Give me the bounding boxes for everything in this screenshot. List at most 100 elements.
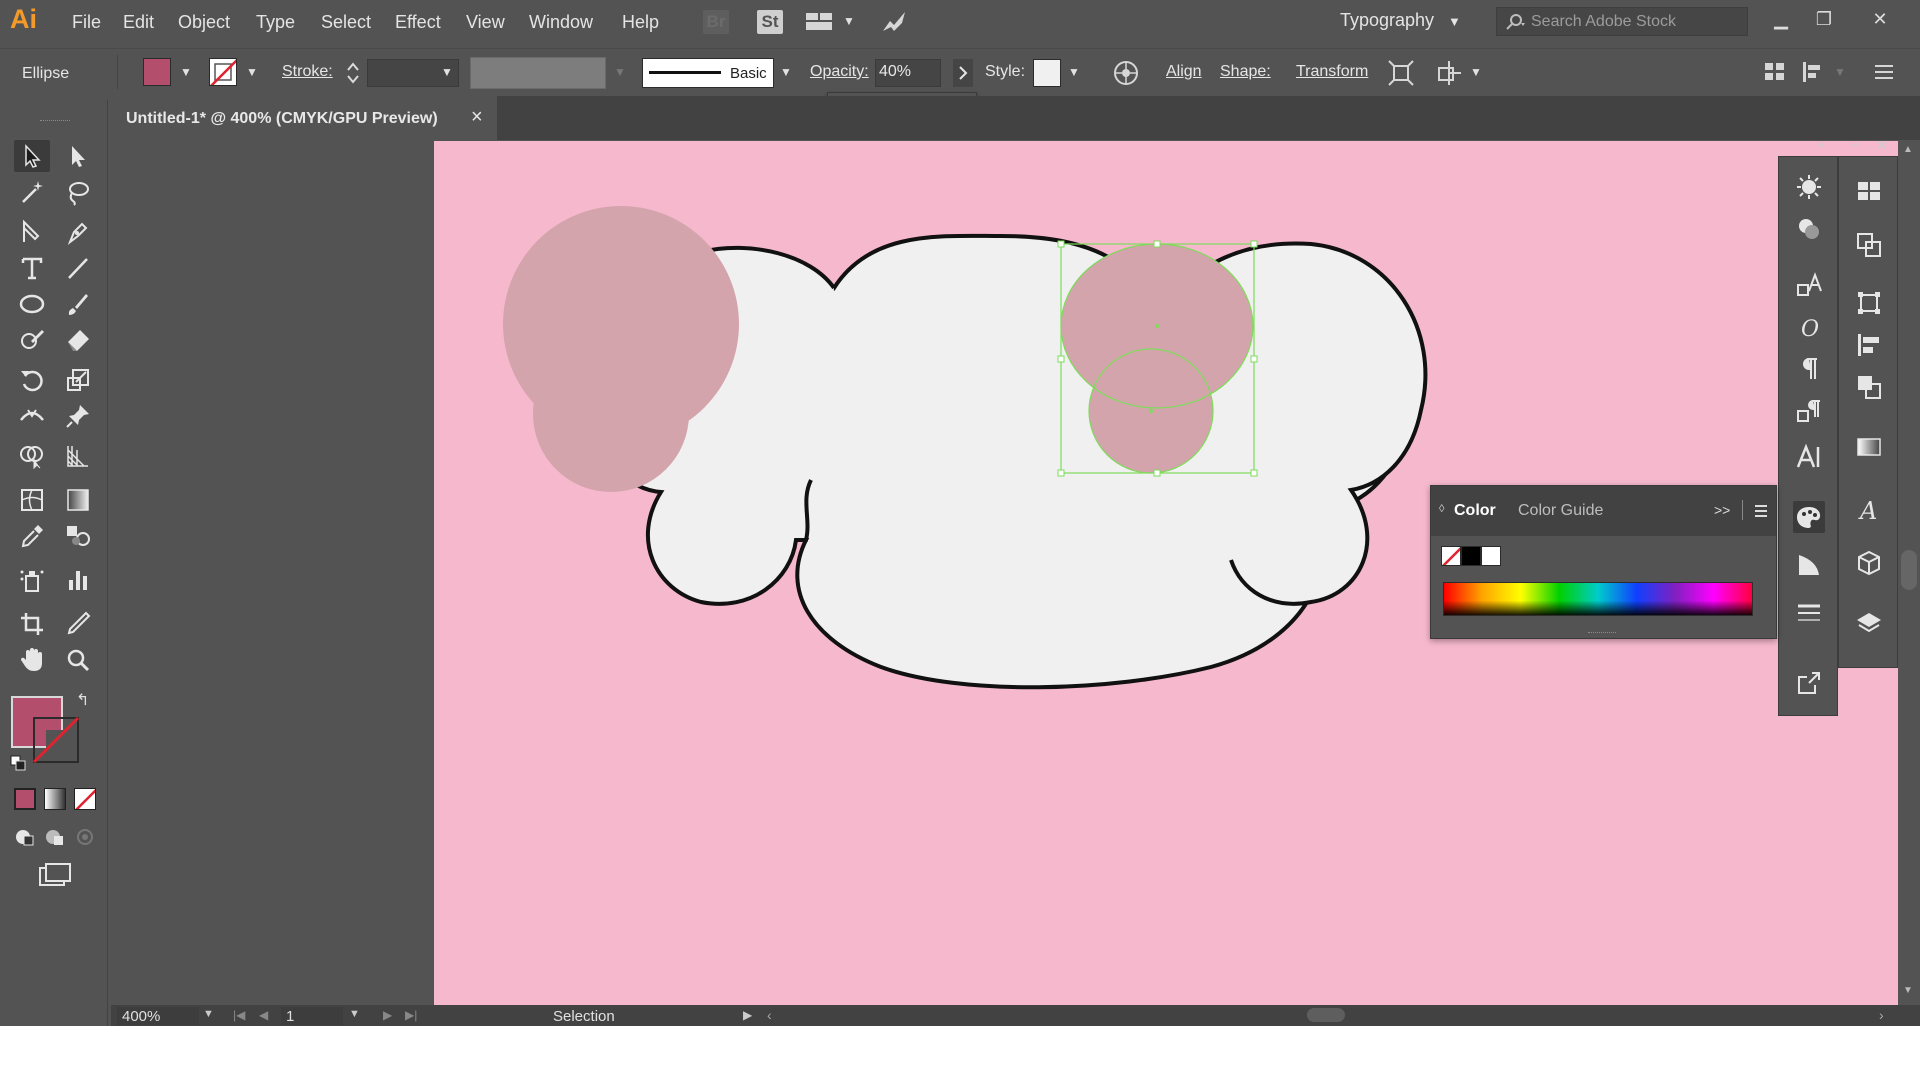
opacity-field[interactable] <box>875 59 941 87</box>
control-bar-menu-icon[interactable] <box>1872 61 1896 83</box>
scroll-right-icon[interactable]: › <box>1879 1007 1884 1023</box>
recolor-artwork-icon[interactable] <box>1112 59 1140 87</box>
line-segment-tool[interactable] <box>60 252 96 284</box>
magic-wand-tool[interactable] <box>14 176 50 208</box>
screen-mode-icon[interactable] <box>38 862 72 888</box>
vertical-scrollbar[interactable]: ▲ ▼ <box>1898 140 1920 1005</box>
bridge-icon[interactable]: Br <box>703 10 729 34</box>
stroke-weight-stepper[interactable] <box>344 57 362 89</box>
eraser-tool[interactable] <box>60 324 96 356</box>
gpu-performance-icon[interactable] <box>880 9 908 35</box>
menu-effect[interactable]: Effect <box>395 12 441 33</box>
color-mode-icon[interactable] <box>14 788 36 810</box>
artboard-caret-icon[interactable]: ▼ <box>349 1008 360 1020</box>
default-fill-stroke-icon[interactable] <box>10 755 26 771</box>
scale-tool[interactable] <box>60 364 96 396</box>
tab-color[interactable]: Color <box>1454 502 1496 520</box>
stroke-color-swatch[interactable] <box>209 58 237 86</box>
stroke-label[interactable]: Stroke: <box>282 63 333 81</box>
first-artboard-icon[interactable]: |◀ <box>233 1008 245 1022</box>
selection-mode-icon[interactable] <box>1435 59 1463 87</box>
swatches-icon[interactable] <box>1853 175 1885 207</box>
paragraph-icon[interactable] <box>1793 353 1825 385</box>
stock-search-box[interactable] <box>1496 7 1748 36</box>
dock-collapse-right-icon[interactable]: » <box>1852 139 1858 151</box>
libraries-icon[interactable] <box>1853 547 1885 579</box>
menu-edit[interactable]: Edit <box>123 12 154 33</box>
menu-view[interactable]: View <box>466 12 505 33</box>
menu-file[interactable]: File <box>72 12 101 33</box>
close-window-button[interactable]: ✕ <box>1862 4 1898 34</box>
column-graph-tool[interactable] <box>60 564 96 596</box>
perspective-grid-tool[interactable] <box>60 440 96 472</box>
close-document-icon[interactable]: × <box>471 106 483 129</box>
lasso-tool[interactable] <box>60 176 96 208</box>
workspace-switcher[interactable]: Typography <box>1340 10 1434 31</box>
panel-menu-icon[interactable] <box>1753 503 1769 519</box>
fill-color-swatch[interactable] <box>143 58 171 86</box>
zoom-level-field[interactable]: 400% <box>117 1007 199 1025</box>
arrange-panel-icon[interactable] <box>1762 59 1788 85</box>
layers-icon[interactable] <box>1853 607 1885 639</box>
width-tool[interactable] <box>14 400 50 432</box>
slice-tool[interactable] <box>60 608 96 640</box>
stroke-panel-icon[interactable] <box>1793 597 1825 629</box>
color-spectrum[interactable] <box>1443 582 1753 616</box>
arrange-caret-icon[interactable]: ▼ <box>843 14 855 28</box>
layers-arrange-icon[interactable] <box>1853 371 1885 403</box>
status-menu-icon[interactable]: ▶ <box>743 1008 752 1022</box>
artboard-tool[interactable] <box>14 608 50 640</box>
next-artboard-icon[interactable]: ▶ <box>383 1008 392 1022</box>
menu-window[interactable]: Window <box>529 12 593 33</box>
previous-artboard-icon[interactable]: ◀ <box>259 1008 268 1022</box>
stock-search-input[interactable] <box>1531 11 1741 33</box>
type-tool[interactable] <box>14 252 50 284</box>
style-caret-icon[interactable]: ▼ <box>1068 65 1080 79</box>
scroll-down-icon[interactable]: ▼ <box>1903 985 1913 996</box>
swap-fill-stroke-icon[interactable]: ↰ <box>76 690 89 710</box>
variable-width-profile[interactable] <box>470 57 606 89</box>
profile-caret-icon[interactable]: ▼ <box>614 65 626 79</box>
scroll-left-icon[interactable]: ‹ <box>767 1007 772 1023</box>
ellipse-tool[interactable] <box>14 288 50 320</box>
rotate-tool[interactable] <box>14 364 50 396</box>
panel-expand-icon[interactable]: >> <box>1714 502 1730 518</box>
white-swatch[interactable] <box>1481 546 1501 566</box>
draw-normal-icon[interactable] <box>14 826 36 848</box>
opentype-icon[interactable]: O <box>1793 311 1825 343</box>
character-icon[interactable] <box>1793 441 1825 473</box>
character-styles-icon[interactable] <box>1793 269 1825 301</box>
appearance-icon[interactable] <box>1793 171 1825 203</box>
shape-builder-tool[interactable] <box>14 440 50 472</box>
gradient-mode-icon[interactable] <box>44 788 66 810</box>
menu-object[interactable]: Object <box>178 12 230 33</box>
curvature-tool[interactable] <box>60 216 96 248</box>
opacity-popup-toggle[interactable] <box>953 59 973 87</box>
graphic-styles-icon[interactable] <box>1793 213 1825 245</box>
glyphs-icon[interactable]: A <box>1853 493 1885 525</box>
artboard-number-field[interactable]: 1 <box>281 1007 343 1025</box>
opacity-input[interactable] <box>876 60 936 84</box>
arrange-documents-icon[interactable] <box>805 12 833 32</box>
dock-collapse-left-icon[interactable]: » <box>1818 139 1824 151</box>
brush-definition[interactable]: Basic <box>642 58 774 88</box>
transform-link[interactable]: Transform <box>1296 63 1368 81</box>
restore-button[interactable]: ❐ <box>1806 4 1842 34</box>
minimize-button[interactable]: ▁ <box>1763 4 1799 34</box>
blend-tool[interactable] <box>60 520 96 552</box>
align-to-icon[interactable] <box>1800 59 1826 85</box>
isolate-selected-icon[interactable] <box>1387 59 1415 87</box>
panel-collapse-icon[interactable]: ◊ <box>1439 503 1444 515</box>
transform-panel-icon[interactable] <box>1853 287 1885 319</box>
opacity-label[interactable]: Opacity: <box>810 63 869 81</box>
paintbrush-tool[interactable] <box>60 288 96 320</box>
none-mode-icon[interactable] <box>74 788 96 810</box>
color-guide-icon[interactable] <box>1793 549 1825 581</box>
menu-type[interactable]: Type <box>256 12 295 33</box>
color-panel-icon[interactable] <box>1793 501 1825 533</box>
pathfinder-icon[interactable] <box>1853 229 1885 261</box>
dock-close-icon[interactable]: ✕ <box>1876 137 1888 154</box>
shape-link[interactable]: Shape: <box>1220 63 1271 81</box>
mesh-tool[interactable] <box>14 484 50 516</box>
brush-caret-icon[interactable]: ▼ <box>780 65 792 79</box>
